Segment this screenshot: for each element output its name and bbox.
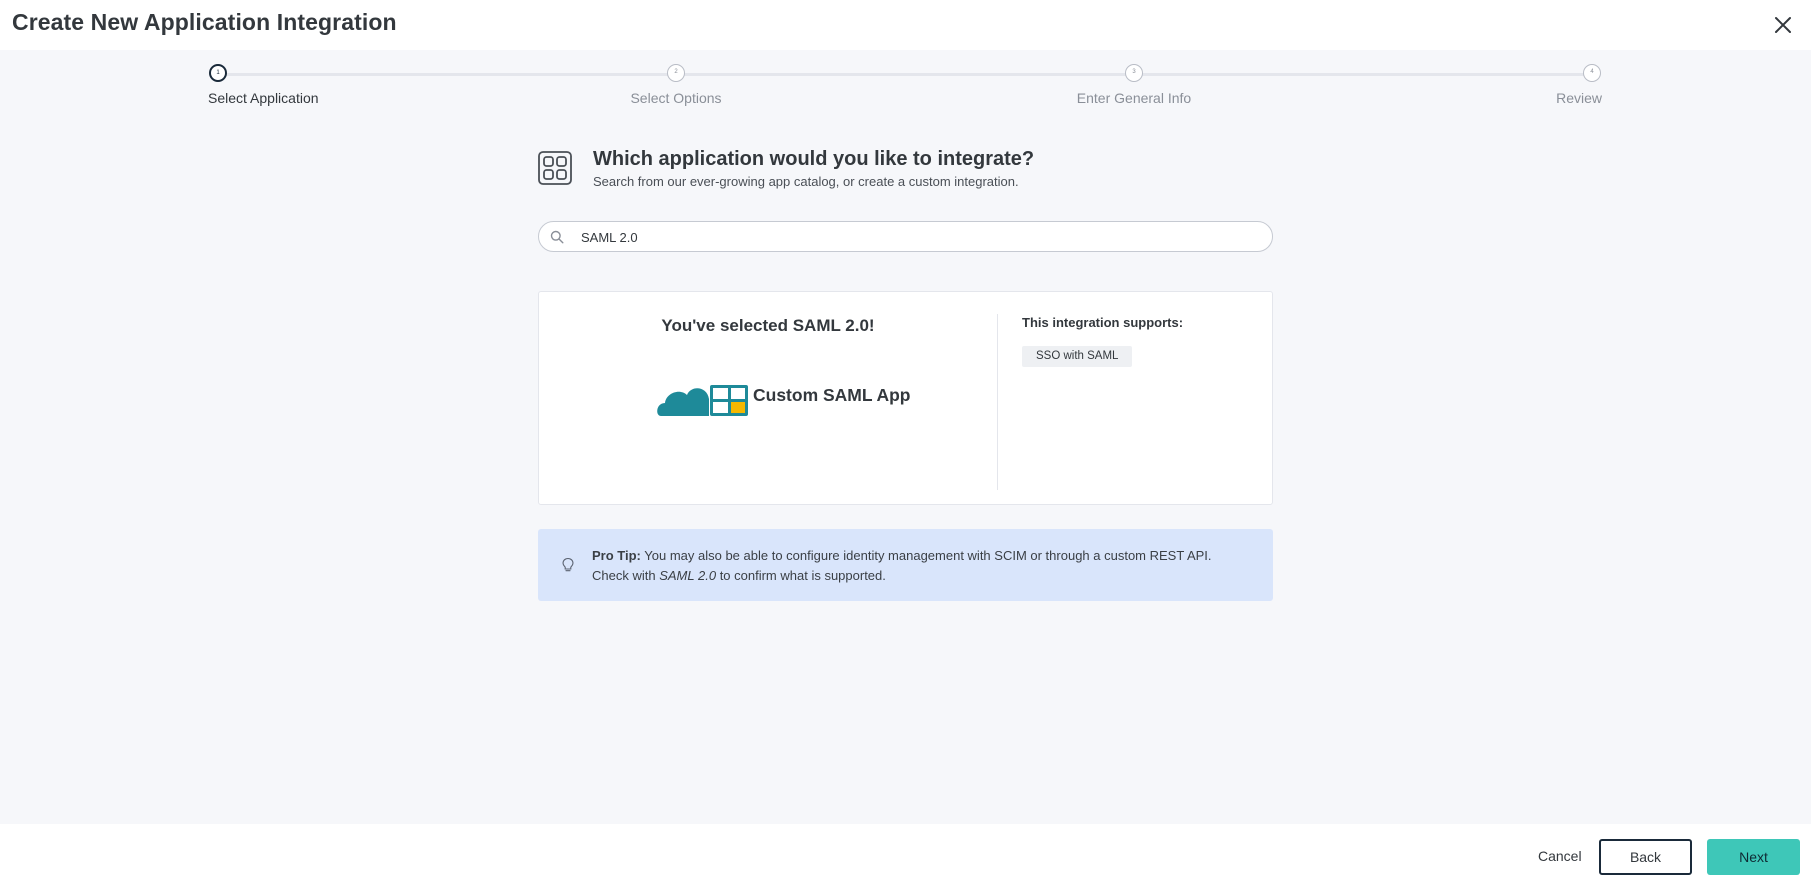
- question-title: Which application would you like to inte…: [593, 148, 1035, 170]
- cancel-button[interactable]: Cancel: [1538, 848, 1582, 864]
- pro-tip-line1: You may also be able to configure identi…: [644, 548, 1212, 563]
- support-tag-sso: SSO with SAML: [1022, 346, 1133, 367]
- question-subtitle: Search from our ever-growing app catalog…: [593, 174, 1019, 189]
- step-label: Review: [1556, 90, 1602, 106]
- step-label: Enter General Info: [1076, 90, 1192, 106]
- supports-title: This integration supports:: [1022, 315, 1184, 330]
- step-number: 1: [209, 64, 227, 82]
- close-icon: [1775, 17, 1791, 33]
- selected-app-card: You've selected SAML 2.0! Custom SAML Ap…: [538, 291, 1273, 505]
- modal-header: Create New Application Integration: [0, 0, 1811, 50]
- card-divider: [997, 314, 998, 490]
- pro-tip-app-name: SAML 2.0: [659, 568, 717, 583]
- step-number: 3: [1125, 64, 1143, 82]
- modal-footer: Cancel Back Next: [0, 824, 1811, 887]
- pro-tip-line2-prefix: Check with: [592, 568, 656, 583]
- next-button[interactable]: Next: [1707, 839, 1800, 875]
- step-number: 2: [667, 64, 685, 82]
- app-catalog-icon: [538, 151, 572, 185]
- lightbulb-icon: [562, 557, 574, 572]
- back-button[interactable]: Back: [1599, 839, 1692, 875]
- page-title: Create New Application Integration: [12, 9, 397, 35]
- stepper-track: [218, 73, 1592, 76]
- selected-app-title: You've selected SAML 2.0!: [661, 316, 875, 335]
- search-icon: [550, 230, 564, 244]
- step-label: Select Application: [208, 90, 319, 106]
- pro-tip-label: Pro Tip:: [592, 548, 641, 563]
- close-button[interactable]: [1771, 13, 1795, 37]
- search-input[interactable]: [581, 226, 1251, 248]
- app-name: Custom SAML App: [753, 385, 911, 405]
- pro-tip-text: Pro Tip: You may also be able to configu…: [592, 546, 1252, 586]
- app-search-field[interactable]: [538, 221, 1273, 252]
- pro-tip-line2-suffix: to confirm what is supported.: [719, 568, 886, 583]
- step-number: 4: [1583, 64, 1601, 82]
- pro-tip-banner: Pro Tip: You may also be able to configu…: [538, 529, 1273, 601]
- step-label: Select Options: [630, 90, 722, 106]
- custom-saml-app-logo: Custom SAML App: [657, 372, 937, 422]
